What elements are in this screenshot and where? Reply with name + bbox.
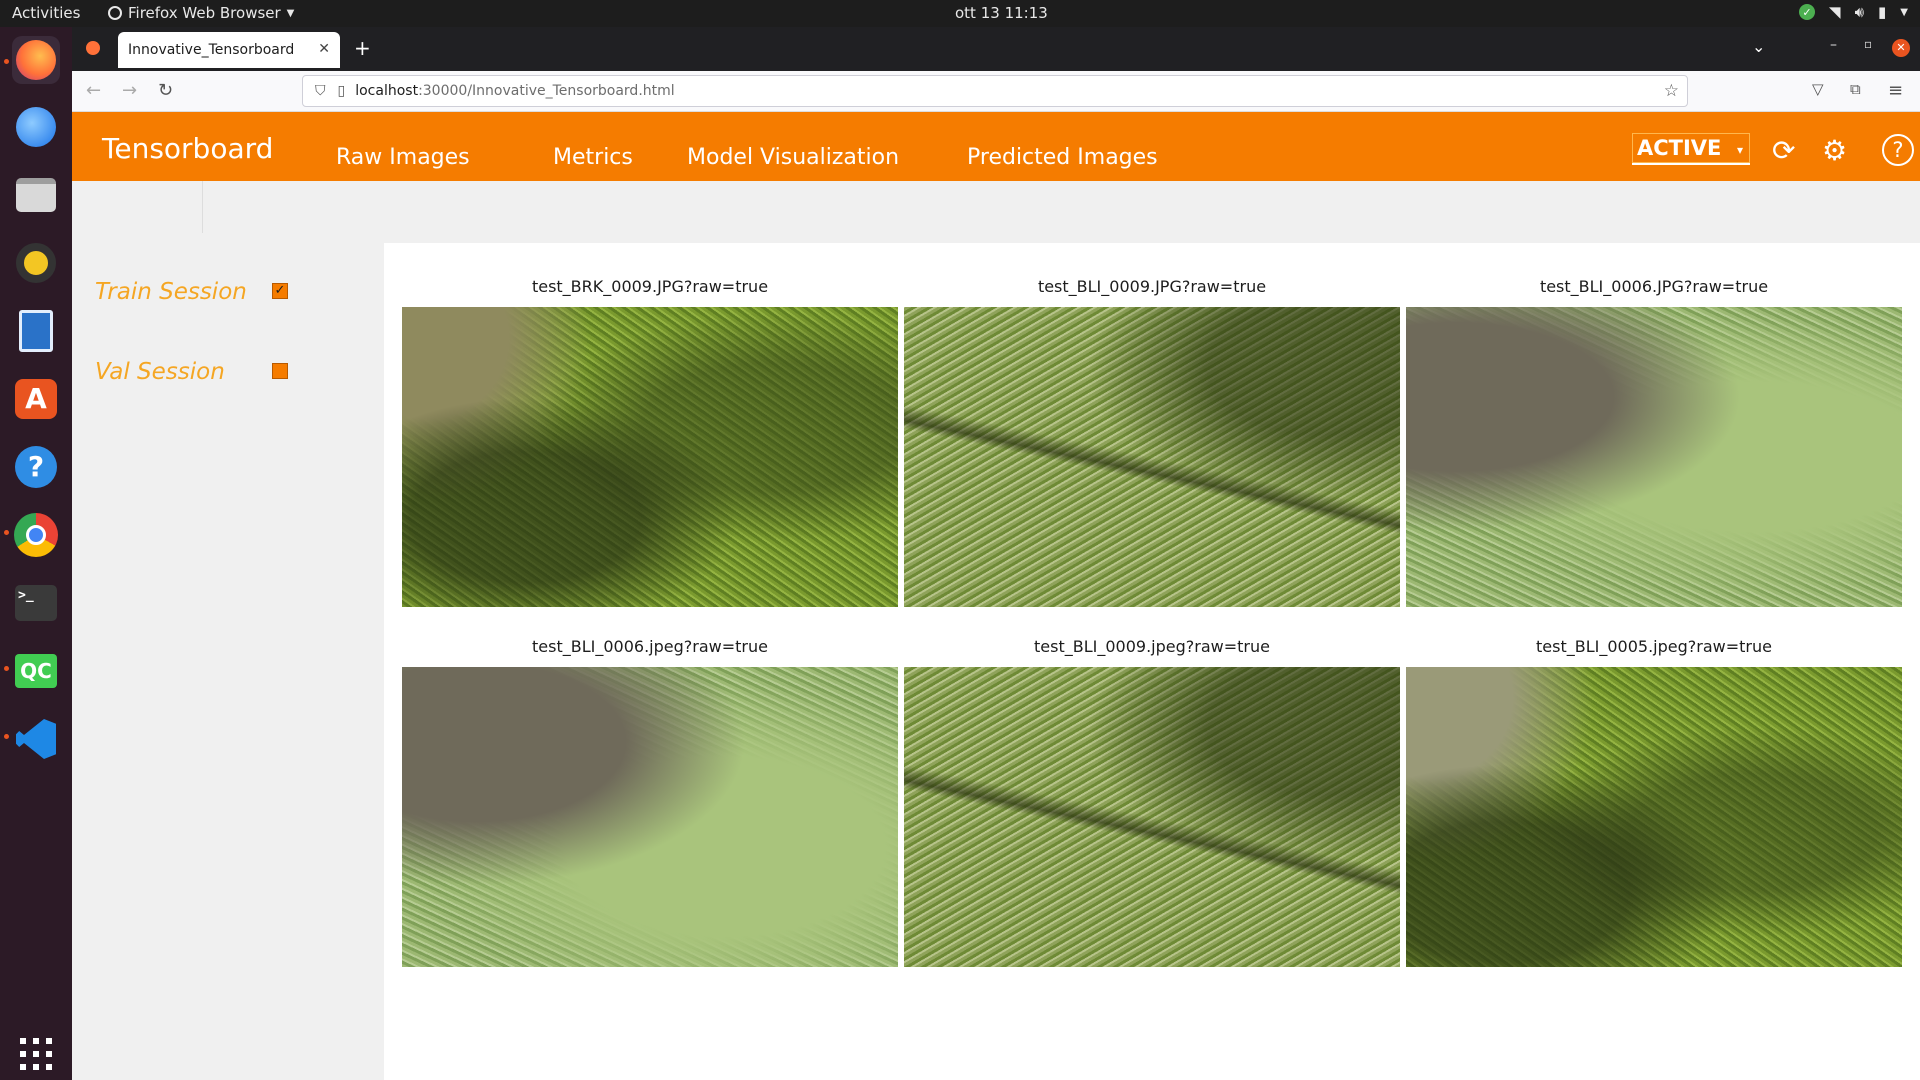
status-select[interactable]: ACTIVE ▾ (1632, 133, 1750, 163)
chevron-down-icon: ▼ (286, 7, 295, 19)
app-menu-label: Firefox Web Browser (128, 4, 281, 22)
image-card: test_BLI_0006.JPG?raw=true (1406, 277, 1902, 607)
tab-title: Innovative_Tensorboard (128, 42, 295, 58)
hamburger-menu-icon[interactable]: ≡ (1888, 80, 1903, 101)
dock: A ? >_ QC (0, 27, 72, 1080)
menu-model-visualization[interactable]: Model Visualization (687, 145, 899, 170)
sidebar: Train Session ✓ Val Session (72, 243, 384, 1080)
menu-raw-images[interactable]: Raw Images (336, 145, 470, 170)
refresh-icon[interactable]: ⟳ (1772, 134, 1795, 167)
image-card: test_BLI_0005.jpeg?raw=true (1406, 637, 1902, 967)
browser-nav-bar: ← → ↻ ⛉ ▯ localhost:30000/Innovative_Ten… (72, 71, 1920, 112)
wifi-icon: ◥ (1829, 3, 1841, 21)
terminal-icon[interactable]: >_ (12, 579, 60, 627)
active-indicator (4, 530, 9, 535)
bookmark-star-icon[interactable]: ☆ (1664, 81, 1679, 101)
reload-icon[interactable]: ↻ (158, 80, 173, 101)
image-thumbnail[interactable] (402, 667, 898, 967)
image-thumbnail[interactable] (1406, 667, 1902, 967)
forward-icon[interactable]: → (122, 80, 137, 101)
chevron-down-icon: ▾ (1736, 143, 1743, 157)
browser-tab-bar: Innovative_Tensorboard ✕ + ⌄ – ▫ ✕ (72, 27, 1920, 71)
close-window-icon[interactable]: ✕ (1892, 39, 1910, 57)
extensions-icon[interactable]: ⧉ (1850, 80, 1861, 98)
activities-button[interactable]: Activities (12, 4, 80, 22)
list-tabs-icon[interactable]: ⌄ (1752, 37, 1765, 56)
battery-icon: ▮ (1878, 3, 1887, 21)
active-indicator (4, 734, 9, 739)
pocket-icon[interactable]: ▽ (1812, 80, 1824, 98)
update-status-icon[interactable]: ✓ (1799, 4, 1816, 20)
help-icon[interactable]: ? (1882, 134, 1914, 166)
image-thumbnail[interactable] (904, 307, 1400, 607)
qtcreator-icon[interactable]: QC (12, 647, 60, 695)
browser-tab[interactable]: Innovative_Tensorboard ✕ (118, 32, 340, 68)
image-card: test_BLI_0009.jpeg?raw=true (904, 637, 1400, 967)
image-thumbnail[interactable] (904, 667, 1400, 967)
files-icon[interactable] (12, 171, 60, 219)
val-session-label: Val Session (95, 359, 225, 385)
rhythmbox-icon[interactable] (12, 239, 60, 287)
url-path: :30000/Innovative_Tensorboard.html (418, 83, 675, 99)
chrome-icon[interactable] (12, 511, 60, 559)
system-tray[interactable]: ✓ ◥ 🔊︎ ▮ ▼ (1799, 3, 1908, 21)
image-caption: test_BLI_0005.jpeg?raw=true (1536, 637, 1772, 656)
image-thumbnail[interactable] (1406, 307, 1902, 607)
val-session-checkbox[interactable] (272, 363, 288, 379)
vscode-icon[interactable] (12, 715, 60, 763)
menu-predicted-images[interactable]: Predicted Images (967, 145, 1158, 170)
divider (202, 181, 203, 233)
shield-icon[interactable]: ⛉ (315, 83, 326, 99)
gear-icon[interactable]: ⚙ (1822, 134, 1847, 167)
image-caption: test_BLI_0009.JPG?raw=true (1037, 277, 1267, 296)
close-tab-icon[interactable]: ✕ (318, 41, 330, 57)
writer-icon[interactable] (12, 307, 60, 355)
active-indicator (4, 666, 9, 671)
firefox-icon[interactable] (12, 36, 60, 84)
menu-metrics[interactable]: Metrics (553, 145, 633, 170)
volume-icon: 🔊︎ (1854, 3, 1865, 21)
image-caption: test_BLI_0006.jpeg?raw=true (532, 637, 768, 656)
firefox-small-icon (108, 6, 122, 20)
back-icon[interactable]: ← (86, 80, 101, 101)
app-center-icon[interactable]: A (12, 375, 60, 423)
active-indicator (4, 59, 9, 64)
image-thumbnail[interactable] (402, 307, 898, 607)
show-apps-icon[interactable] (12, 1030, 60, 1078)
app-header: Tensorboard Raw Images Metrics Model Vis… (72, 112, 1920, 181)
firefox-view-icon[interactable] (86, 41, 100, 55)
chevron-down-icon: ▼ (1900, 6, 1908, 18)
image-card: test_BRK_0009.JPG?raw=true (402, 277, 898, 607)
app-menu[interactable]: Firefox Web Browser ▼ (108, 4, 294, 22)
system-top-bar: Activities Firefox Web Browser ▼ ott 13 … (0, 0, 1920, 27)
page-icon: ▯ (337, 83, 346, 99)
train-session-label: Train Session (95, 279, 247, 305)
image-card: test_BLI_0006.jpeg?raw=true (402, 637, 898, 967)
image-caption: test_BLI_0006.JPG?raw=true (1539, 277, 1769, 296)
maximize-icon[interactable]: ▫ (1864, 37, 1872, 51)
image-caption: test_BRK_0009.JPG?raw=true (531, 277, 769, 296)
image-card: test_BLI_0009.JPG?raw=true (904, 277, 1400, 607)
subheader (72, 181, 1920, 243)
url-bar[interactable]: ⛉ ▯ localhost:30000/Innovative_Tensorboa… (302, 75, 1688, 107)
url-host: localhost (355, 83, 419, 99)
clock[interactable]: ott 13 11:13 (955, 4, 1048, 22)
image-caption: test_BLI_0009.jpeg?raw=true (1034, 637, 1270, 656)
new-tab-icon[interactable]: + (354, 36, 371, 60)
train-session-checkbox[interactable]: ✓ (272, 283, 288, 299)
status-value: ACTIVE (1637, 136, 1722, 160)
thunderbird-icon[interactable] (12, 103, 60, 151)
minimize-icon[interactable]: – (1830, 37, 1837, 53)
brand-title[interactable]: Tensorboard (102, 132, 273, 165)
help-icon[interactable]: ? (12, 443, 60, 491)
image-grid: test_BRK_0009.JPG?raw=true test_BLI_0009… (384, 243, 1920, 1080)
